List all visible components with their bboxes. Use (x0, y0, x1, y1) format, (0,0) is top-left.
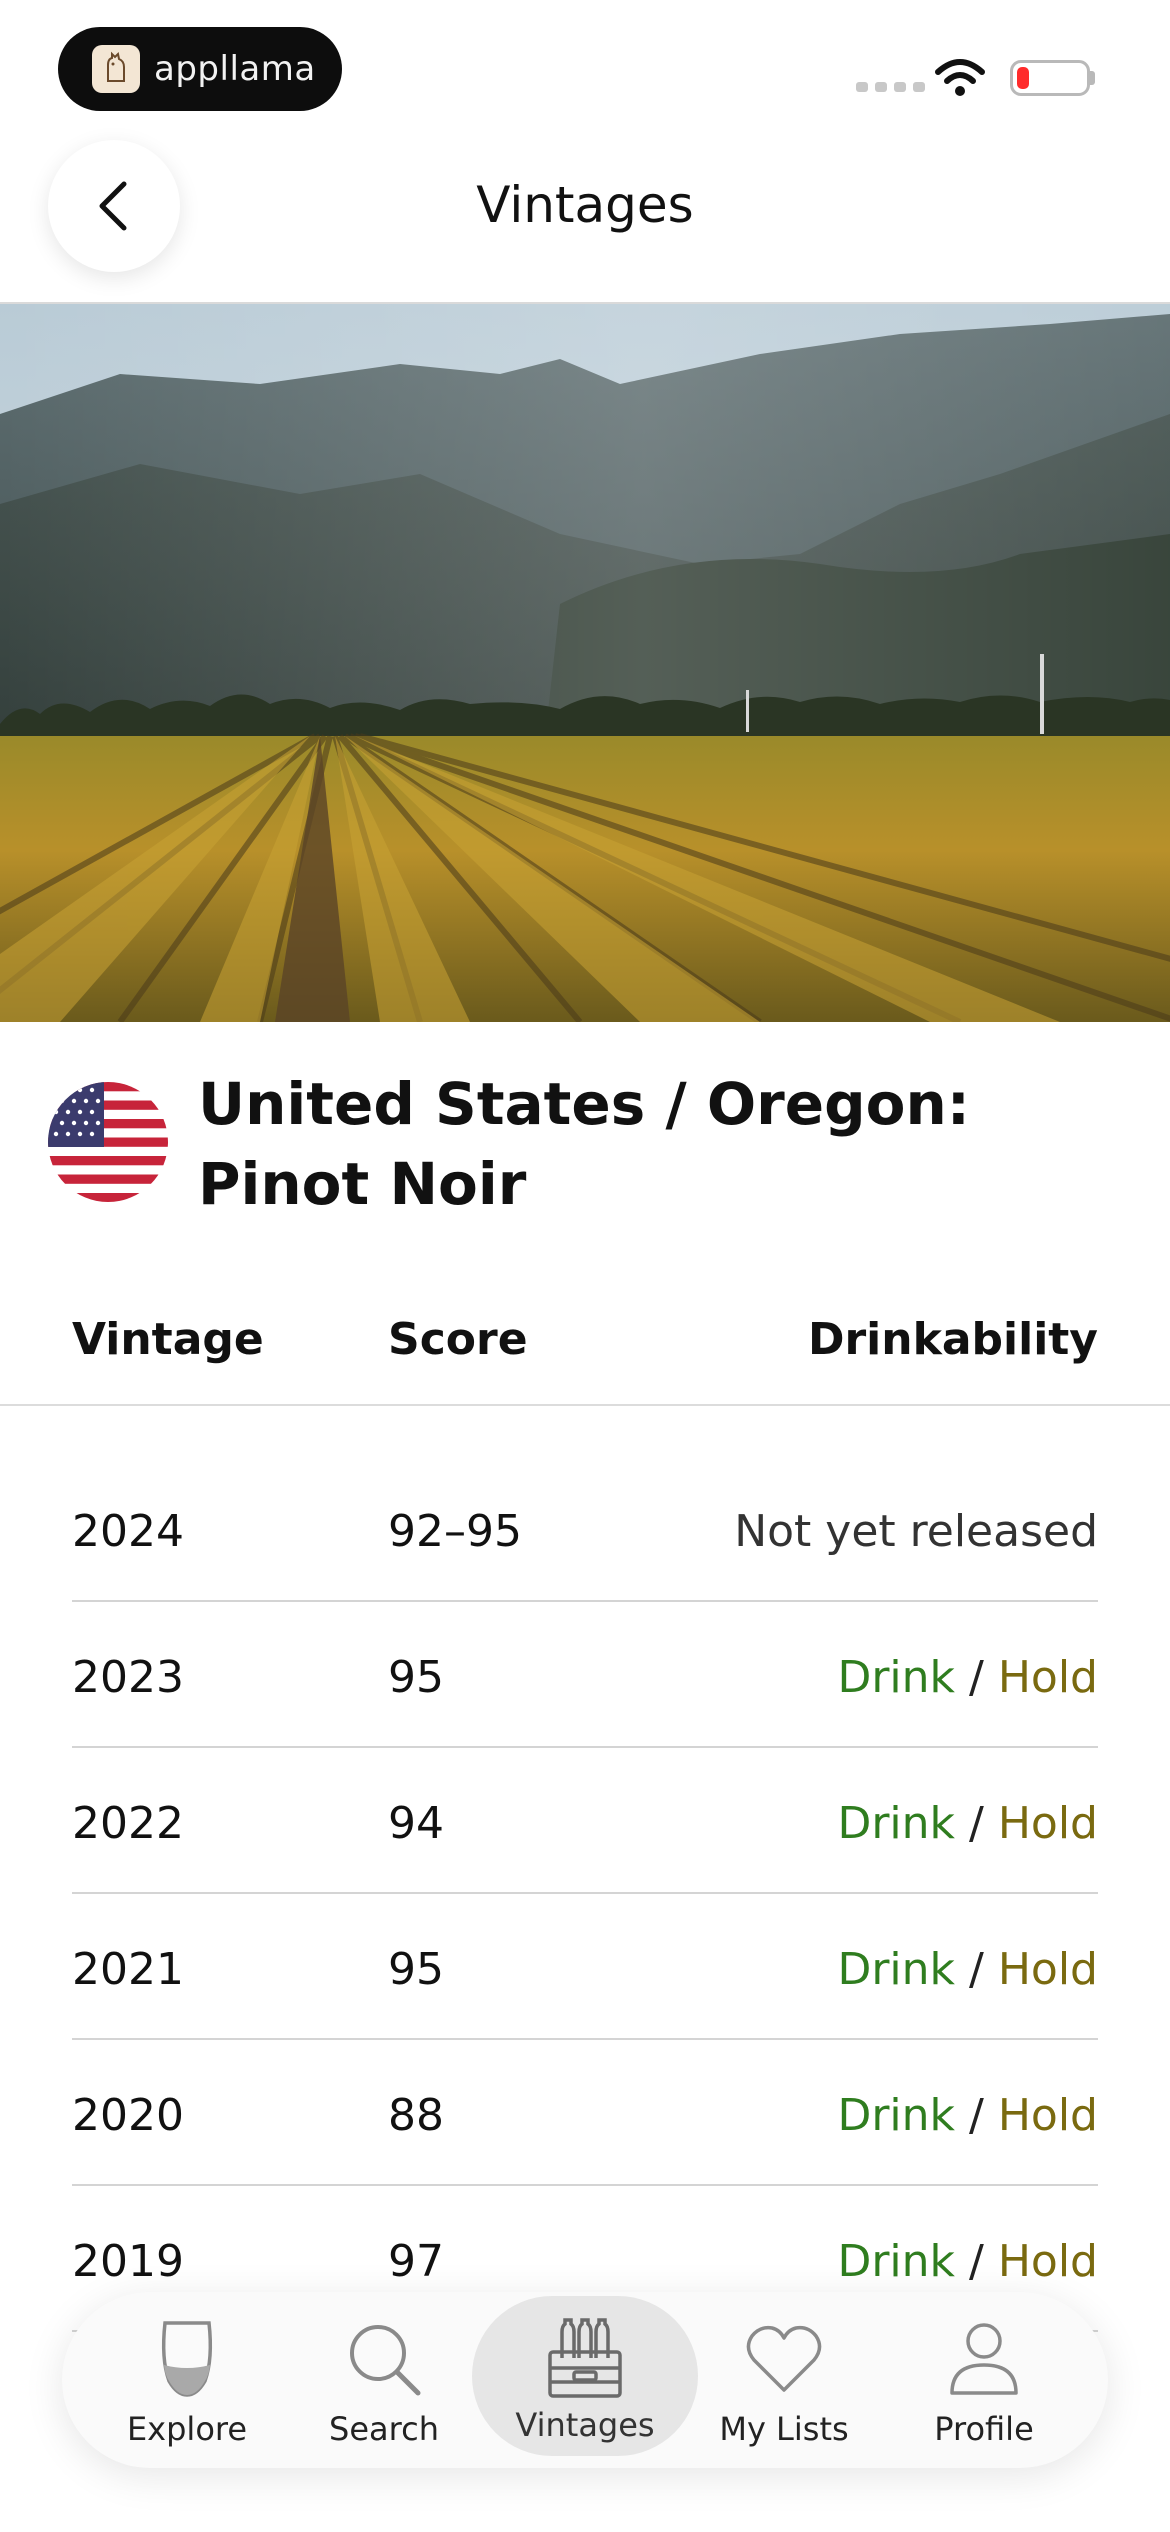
score-cell: 92–95 (388, 1506, 522, 1557)
table-row[interactable]: 2023 95 Drink / Hold (0, 1602, 1170, 1748)
cellular-signal-icon (856, 82, 925, 92)
tab-vintages[interactable]: Vintages (485, 2292, 685, 2468)
us-flag-icon (48, 1082, 168, 1202)
drink-label: Drink (837, 1944, 955, 1995)
hold-label: Hold (997, 1944, 1098, 1995)
score-cell: 94 (388, 1798, 444, 1849)
table-row[interactable]: 2020 88 Drink / Hold (0, 2040, 1170, 2186)
app-name: appllama (154, 49, 316, 89)
tab-label: Explore (126, 2410, 248, 2448)
hold-label: Hold (997, 2236, 1098, 2287)
hold-label: Hold (997, 2090, 1098, 2141)
column-header-drinkability[interactable]: Drinkability (808, 1314, 1098, 1365)
separator: / (969, 2090, 984, 2141)
wine-crate-icon (542, 2316, 628, 2402)
vintage-table-body: 2024 92–95 Not yet released 2023 95 Drin… (0, 1456, 1170, 2332)
tab-profile[interactable]: Profile (884, 2292, 1084, 2468)
vintage-cell: 2022 (72, 1798, 184, 1849)
battery-tip (1090, 71, 1095, 85)
drink-label: Drink (837, 1798, 955, 1849)
drinkability-cell: Drink / Hold (837, 2236, 1098, 2287)
vintage-cell: 2021 (72, 1944, 184, 1995)
hold-label: Hold (997, 1652, 1098, 1703)
vintage-table-header: Vintage Score Drinkability (0, 1290, 1170, 1406)
tab-label: My Lists (719, 2410, 849, 2448)
separator: / (969, 1798, 984, 1849)
separator: / (969, 2236, 984, 2287)
drinkability-cell: Drink / Hold (837, 1944, 1098, 1995)
region-title-line1: United States / Oregon: (198, 1070, 970, 1138)
tab-label: Search (329, 2410, 439, 2448)
table-row[interactable]: 2022 94 Drink / Hold (0, 1748, 1170, 1894)
llama-logo-icon (92, 45, 140, 93)
drinkability-cell: Drink / Hold (837, 1652, 1098, 1703)
drink-label: Drink (837, 2090, 955, 2141)
app-badge: appllama (58, 27, 342, 111)
bottom-tab-bar: Explore Search Vintages My Lists Profile (62, 2292, 1108, 2468)
region-title: United States / Oregon: Pinot Noir (198, 1064, 1118, 1224)
nav-header: Vintages (0, 140, 1170, 304)
score-cell: 88 (388, 2090, 444, 2141)
drinkability-cell: Drink / Hold (837, 1798, 1098, 1849)
tab-label: Profile (934, 2410, 1034, 2448)
region-title-line2: Pinot Noir (198, 1150, 527, 1218)
vintage-cell: 2020 (72, 2090, 184, 2141)
status-bar: appllama (0, 0, 1170, 140)
wine-glass-icon (144, 2316, 230, 2402)
tab-my-lists[interactable]: My Lists (684, 2292, 884, 2468)
score-cell: 97 (388, 2236, 444, 2287)
table-row[interactable]: 2024 92–95 Not yet released (0, 1456, 1170, 1602)
separator: / (969, 1652, 984, 1703)
table-row[interactable]: 2021 95 Drink / Hold (0, 1894, 1170, 2040)
column-header-score[interactable]: Score (388, 1314, 528, 1365)
drinkability-cell: Not yet released (734, 1506, 1098, 1557)
person-icon (941, 2316, 1027, 2402)
column-header-vintage[interactable]: Vintage (72, 1314, 264, 1365)
drink-label: Drink (837, 2236, 955, 2287)
separator: / (969, 1944, 984, 1995)
vintage-cell: 2024 (72, 1506, 184, 1557)
region-heading: United States / Oregon: Pinot Noir (0, 1058, 1170, 1238)
tab-search[interactable]: Search (284, 2292, 484, 2468)
vineyard-hero-image (0, 304, 1170, 1022)
battery-icon (1010, 60, 1090, 96)
vintage-cell: 2019 (72, 2236, 184, 2287)
drink-label: Drink (837, 1652, 955, 1703)
score-cell: 95 (388, 1944, 444, 1995)
page-title: Vintages (476, 176, 694, 234)
tab-label: Vintages (515, 2406, 655, 2444)
wifi-icon (935, 59, 985, 96)
hold-label: Hold (997, 1798, 1098, 1849)
battery-level (1017, 67, 1029, 89)
heart-icon (741, 2316, 827, 2402)
score-cell: 95 (388, 1652, 444, 1703)
vintage-cell: 2023 (72, 1652, 184, 1703)
search-icon (341, 2316, 427, 2402)
tab-explore[interactable]: Explore (87, 2292, 287, 2468)
drinkability-cell: Drink / Hold (837, 2090, 1098, 2141)
